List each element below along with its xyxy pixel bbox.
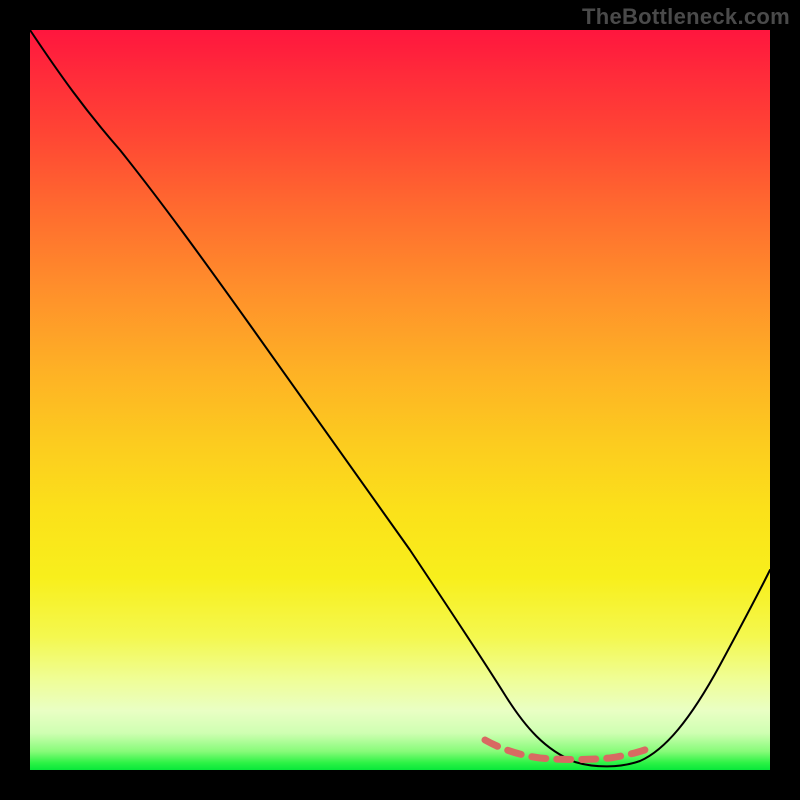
- bottleneck-curve: [30, 30, 770, 766]
- chart-frame: TheBottleneck.com: [0, 0, 800, 800]
- curve-svg: [30, 30, 770, 770]
- optimal-range-dashed: [485, 740, 650, 760]
- watermark-text: TheBottleneck.com: [582, 4, 790, 30]
- plot-area: [30, 30, 770, 770]
